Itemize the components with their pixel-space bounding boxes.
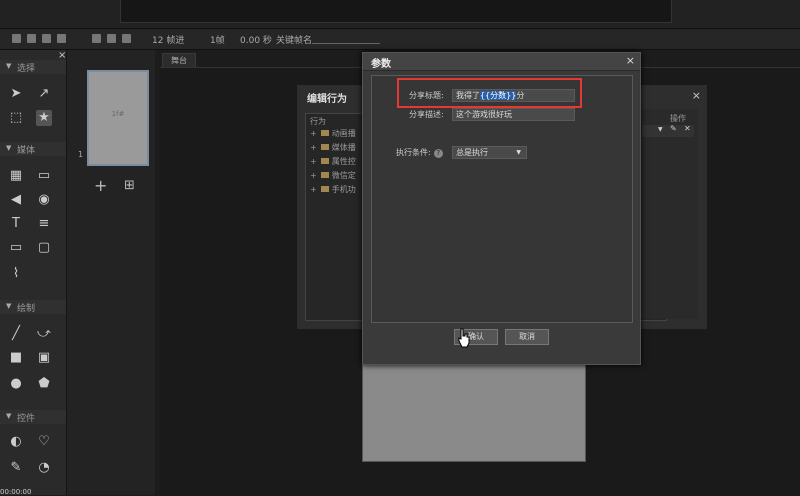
condition-label: 执行条件:? (396, 147, 443, 158)
open-folder-icon[interactable] (27, 34, 36, 43)
keyframe-name-input[interactable] (312, 43, 380, 44)
close-icon[interactable]: × (626, 54, 635, 67)
tree-item[interactable]: + 媒体播 (310, 142, 356, 153)
tree-item[interactable]: + 微信定 (310, 170, 356, 181)
section-media[interactable]: ▼ 媒体 (0, 142, 66, 156)
frame-remove-icon[interactable] (122, 34, 131, 43)
save-icon[interactable] (42, 34, 51, 43)
grid-icon[interactable]: ▦ (8, 168, 24, 184)
current-frame: 1帧 (210, 36, 225, 46)
curve-icon[interactable]: ⤻ (36, 326, 52, 342)
pointer-tool-icon[interactable]: ➤ (8, 86, 24, 102)
behavior-panel-title: 编辑行为 (307, 94, 347, 105)
chevron-down-icon: ▼ (516, 149, 521, 156)
share-desc-input[interactable]: 这个游戏很好玩 (452, 108, 575, 121)
section-controls[interactable]: ▼ 控件 (0, 410, 66, 424)
toggle-icon[interactable]: ◐ (8, 434, 24, 450)
highlight-annotation (397, 78, 582, 108)
add-scene-icon[interactable]: + (94, 176, 107, 195)
rectangle-icon[interactable]: ■ (8, 350, 24, 366)
timeline-panel (120, 0, 672, 23)
image-icon[interactable]: ▭ (36, 168, 52, 184)
paragraph-icon[interactable]: ≡ (36, 216, 52, 232)
line-icon[interactable]: ╱ (8, 326, 24, 342)
share-desc-label: 分享描述: (409, 110, 444, 119)
form-icon[interactable]: ▭ (8, 240, 24, 256)
close-icon[interactable]: × (692, 89, 701, 102)
frame-icon[interactable] (92, 34, 101, 43)
frame-count: 12 帧进 (152, 36, 185, 46)
delete-icon[interactable]: ✕ (684, 124, 691, 133)
behavior-tool-icon[interactable]: ★ (36, 110, 52, 126)
tree-item[interactable]: + 动画播 (310, 128, 356, 139)
tool-panel: × ▼ 选择 ➤ ↗ ⬚ ★ ▼ 媒体 ▦ ▭ ◀ ◉ T ≡ ▭ ▢ ⌇ ▼ 绘制 … (0, 50, 67, 495)
text-icon[interactable]: T (8, 216, 24, 232)
section-select[interactable]: ▼ 选择 (0, 60, 66, 74)
keyframe-name-label: 关键帧名 (276, 36, 313, 46)
edit-icon[interactable]: ✎ (670, 124, 677, 133)
scene-thumbnail[interactable]: 1f# (87, 70, 149, 166)
node-tool-icon[interactable]: ↗ (36, 86, 52, 102)
transform-tool-icon[interactable]: ⬚ (8, 110, 24, 126)
operation-row[interactable]: ▼ ✎ ✕ (642, 124, 694, 137)
pentagon-icon[interactable]: ⬟ (36, 376, 52, 392)
sound-icon[interactable]: ◀ (8, 192, 24, 208)
video-icon[interactable]: ◉ (36, 192, 52, 208)
duplicate-scene-icon[interactable]: ⊞ (124, 178, 135, 193)
condition-select[interactable]: 总是执行 ▼ (452, 146, 527, 159)
frame-add-icon[interactable] (107, 34, 116, 43)
section-draw[interactable]: ▼ 绘制 (0, 300, 66, 314)
tree-item[interactable]: + 属性控 (310, 156, 356, 167)
scene-index: 1 (78, 150, 84, 159)
help-icon[interactable]: ? (433, 149, 443, 158)
dialog-title: 参数 (371, 59, 391, 70)
time-seconds: 0.00 秒 (240, 36, 272, 46)
stage-canvas[interactable] (362, 362, 586, 462)
operation-column: 操作 ▼ ✎ ✕ (637, 109, 698, 319)
chart-icon[interactable]: ⌇ (8, 266, 24, 282)
tree-item[interactable]: + 手机功 (310, 184, 356, 195)
heart-icon[interactable]: ♡ (36, 434, 52, 450)
tree-header: 行为 (310, 117, 326, 126)
code-icon[interactable]: ▢ (36, 240, 52, 256)
brush-icon[interactable]: ✎ (8, 460, 24, 476)
copy-icon[interactable] (57, 34, 66, 43)
new-file-icon[interactable] (12, 34, 21, 43)
circle-icon[interactable]: ● (8, 376, 24, 392)
scene-panel: 1f# 1 + ⊞ (67, 50, 155, 495)
hand-cursor-icon (458, 328, 470, 348)
toolbar: 12 帧进 1帧 0.00 秒 关键帧名 (0, 29, 800, 50)
operation-header: 操作 (670, 114, 686, 123)
rounded-rect-icon[interactable]: ▣ (36, 350, 52, 366)
top-strip (0, 0, 800, 29)
dialog-titlebar: 参数 × (363, 53, 640, 71)
cancel-button[interactable]: 取消 (505, 329, 549, 345)
dialog-content: 分享标题: 我得了{{分数}}分 分享描述: 这个游戏很好玩 执行条件:? 总是… (371, 75, 633, 323)
timer-icon[interactable]: ◔ (36, 460, 52, 476)
